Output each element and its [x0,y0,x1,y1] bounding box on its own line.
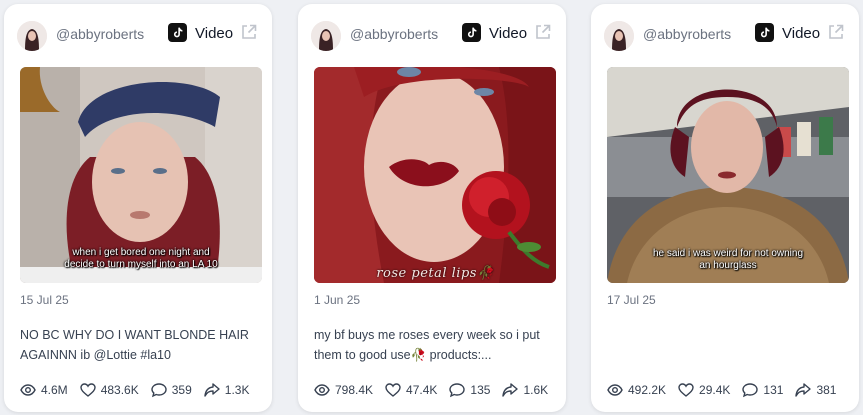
comments-count: 359 [171,383,192,397]
platform-label: Video [782,25,821,42]
likes-stat: 483.6K [79,382,139,398]
comments-count: 131 [763,383,784,397]
avatar[interactable] [17,21,47,51]
share-icon [204,383,220,397]
shares-count: 1.6K [523,383,549,397]
shares-count: 1.3K [224,383,250,397]
shares-stat: 1.6K [502,382,548,398]
overlay-caption: rose petal lips🥀 [376,266,494,281]
avatar[interactable] [311,21,341,51]
shares-count: 381 [816,383,837,397]
shares-stat: 381 [795,382,836,398]
external-link-icon[interactable] [827,23,845,41]
post-description: NO BC WHY DO I WANT BLONDE HAIR AGAINNN … [20,328,249,362]
thumbnail-image [314,67,556,283]
post-card[interactable]: @abbyroberts Video rose petal lips🥀 1 Ju… [298,4,566,412]
likes-stat: 29.4K [678,382,730,398]
external-link-icon[interactable] [534,23,552,41]
views-stat: 492.2K [607,382,666,398]
card-header: @abbyroberts Video [4,4,272,64]
comments-stat: 359 [151,382,192,398]
comment-icon [449,383,466,398]
stats-row: 4.6M 483.6K 359 1.3K [20,380,261,400]
overlay-caption: when i get bored one night and decide to… [64,247,218,270]
avatar[interactable] [604,21,634,51]
eye-icon [607,384,623,396]
views-stat: 4.6M [20,382,68,398]
tiktok-icon [168,23,187,42]
stats-row: 798.4K 47.4K 135 1.6K [314,380,560,400]
comments-stat: 131 [742,382,783,398]
card-header: @abbyroberts Video [591,4,859,64]
tiktok-icon [462,23,481,42]
likes-stat: 47.4K [385,382,437,398]
views-count: 492.2K [628,383,667,397]
author-handle[interactable]: @abbyroberts [56,26,144,42]
likes-count: 29.4K [699,383,731,397]
overlay-caption: he said i was weird for not owning an ho… [652,248,804,271]
post-date: 1 Jun 25 [314,293,361,307]
comments-stat: 135 [449,382,490,398]
heart-icon [678,383,694,397]
shares-stat: 1.3K [204,382,250,398]
video-thumbnail[interactable]: he said i was weird for not owning an ho… [607,67,849,283]
platform-label: Video [195,25,234,42]
author-handle[interactable]: @abbyroberts [350,26,438,42]
share-icon [795,383,812,397]
views-count: 4.6M [41,383,68,397]
stats-row: 492.2K 29.4K 131 381 [607,380,848,400]
share-icon [502,383,519,397]
post-card[interactable]: @abbyroberts Video when i get bored one … [4,4,272,412]
external-link-icon[interactable] [240,23,258,41]
views-count: 798.4K [335,383,374,397]
tiktok-icon [755,23,774,42]
eye-icon [20,384,36,396]
platform-label: Video [489,25,528,42]
card-header: @abbyroberts Video [298,4,566,64]
post-date: 17 Jul 25 [607,293,656,307]
views-stat: 798.4K [314,382,373,398]
heart-icon [385,383,401,397]
post-date: 15 Jul 25 [20,293,69,307]
author-handle[interactable]: @abbyroberts [643,26,731,42]
likes-count: 47.4K [406,383,438,397]
heart-icon [79,383,96,397]
likes-count: 483.6K [100,383,139,397]
eye-icon [314,384,330,396]
post-card[interactable]: @abbyroberts Video he said i was weird f… [591,4,859,412]
comment-icon [151,383,167,398]
comments-count: 135 [470,383,491,397]
video-thumbnail[interactable]: rose petal lips🥀 [314,67,556,283]
post-description: my bf buys me roses every week so i put … [314,328,540,362]
comment-icon [742,383,759,398]
video-thumbnail[interactable]: when i get bored one night and decide to… [20,67,262,283]
